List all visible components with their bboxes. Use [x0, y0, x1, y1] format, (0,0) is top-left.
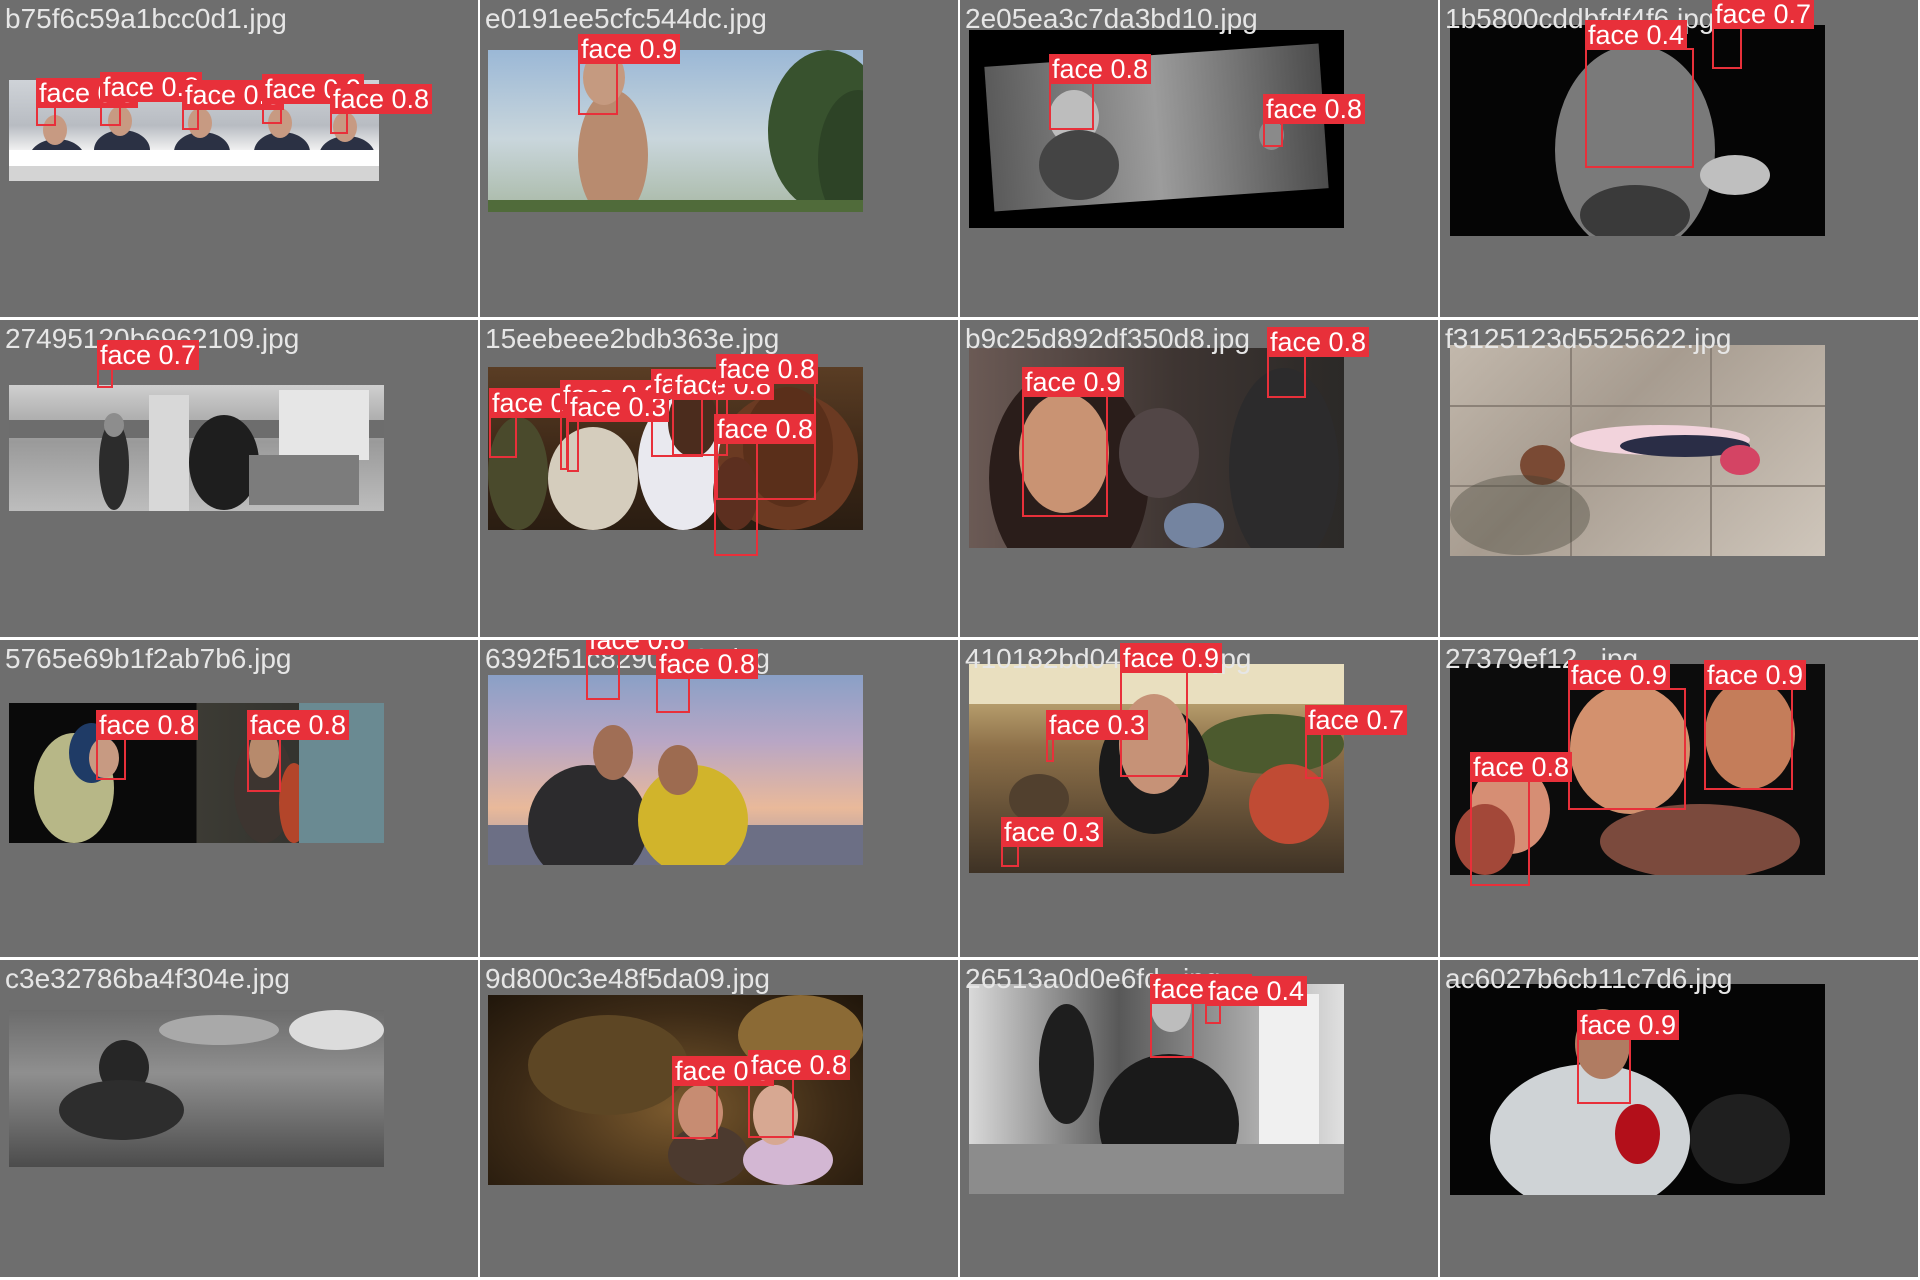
result-tile: e0191ee5cfc544dc.jpg face 0.9	[480, 0, 958, 317]
face-bounding-box: face 0.8	[1267, 327, 1370, 398]
image-filename: f3125123d5525622.jpg	[1445, 323, 1732, 354]
result-tile: f3125123d5525622.jpg	[1440, 320, 1918, 637]
face-bounding-box: face 0.6	[489, 388, 592, 458]
face-bounding-box: face 0.8	[182, 80, 285, 130]
photo-shirtless-man-sky	[488, 50, 863, 212]
face-confidence-label: face 0.9	[578, 34, 681, 64]
photo-girl-on-pavement	[1450, 345, 1825, 556]
result-tile: 9d800c3e48f5da09.jpg face 0.9 face 0.8	[480, 960, 958, 1277]
face-bounding-box: face 0.8	[748, 1050, 851, 1138]
image-filename: 9d800c3e48f5da09.jpg	[485, 963, 770, 994]
face-confidence-label: face 0.3	[1046, 710, 1149, 740]
face-confidence-label: face 0.8	[1049, 54, 1152, 84]
result-tile: 6392f51c8290500a.jpg face 0.8 face 0.8	[480, 640, 958, 957]
face-confidence-label: face 0.8	[96, 710, 199, 740]
image-filename: b9c25d892df350d8.jpg	[965, 323, 1250, 354]
result-tile: 26513a0d0e6fd...jpg face 0.8 face 0.4	[960, 960, 1438, 1277]
image-filename: b75f6c59a1bcc0d1.jpg	[5, 3, 287, 34]
face-bounding-box: face 0.8	[330, 84, 433, 134]
face-confidence-label: face 0.9	[1577, 1010, 1680, 1040]
face-confidence-label: face 0.9	[1120, 643, 1223, 673]
face-confidence-label: face 0.4	[1585, 20, 1688, 50]
face-bounding-box: face 0.8	[1263, 94, 1366, 147]
image-filename: ac6027b6cb11c7d6.jpg	[1445, 963, 1733, 994]
result-tile: ac6027b6cb11c7d6.jpg face 0.9	[1440, 960, 1918, 1277]
face-confidence-label: face 0.7	[97, 340, 200, 370]
result-tile: b9c25d892df350d8.jpg face 0.9 face 0.8	[960, 320, 1438, 637]
face-bounding-box: face 0.3	[1046, 710, 1149, 762]
face-bounding-box: face 0.8	[247, 710, 350, 792]
face-bounding-box: face 0.8	[656, 649, 759, 713]
face-confidence-label: face 0.9	[1568, 660, 1671, 690]
photo-bw-kitchen-collage	[969, 30, 1344, 228]
face-confidence-label: face 0.9	[1022, 367, 1125, 397]
face-bounding-box: face 0.3	[567, 392, 670, 472]
face-bounding-box: face 0.9	[672, 1056, 775, 1139]
face-bounding-box: face 0.8	[1049, 54, 1152, 130]
result-tile: 1b5800cddbfdf4f6.jpg face 0.4 face 0.7	[1440, 0, 1918, 317]
face-confidence-label: face 0.8	[1267, 327, 1370, 357]
face-bounding-box: face 0.8	[714, 414, 817, 556]
face-bounding-box: face 0.8	[36, 78, 139, 126]
image-filename: 15eebeee2bdb363e.jpg	[485, 323, 780, 354]
face-confidence-label: face 0.8	[716, 354, 819, 384]
face-bounding-box: face 0.8	[100, 72, 203, 126]
result-tile: 410182bd0437f22b.jpg face 0.9 face 0.3 face…	[960, 640, 1438, 957]
image-filename: c3e32786ba4f304e.jpg	[5, 963, 290, 994]
face-confidence-label: face 0.7	[1712, 0, 1815, 29]
face-bounding-box: face 0.9	[262, 74, 365, 124]
detection-results-grid: b75f6c59a1bcc0d1.jpg face 0.8 face 0.8 face…	[0, 0, 1920, 1280]
face-confidence-label: face 0.8	[656, 649, 759, 679]
result-tile: c3e32786ba4f304e.jpg	[0, 960, 478, 1277]
face-bounding-box: face 0.4	[1585, 20, 1694, 168]
result-tile: b75f6c59a1bcc0d1.jpg face 0.8 face 0.8 face…	[0, 0, 478, 317]
face-bounding-box: face 0.9	[1577, 1010, 1680, 1104]
face-bounding-box: face 0.9	[1022, 367, 1125, 517]
face-bounding-box: face 0.9	[578, 34, 681, 115]
face-confidence-label: face 0.7	[1305, 705, 1408, 735]
face-confidence-label: face 0.9	[1704, 660, 1807, 690]
face-confidence-label: face 0.8	[714, 414, 817, 444]
face-confidence-label: face 0.8	[748, 1050, 851, 1080]
image-filename: 5765e69b1f2ab7b6.jpg	[5, 643, 292, 674]
result-tile: 15eebeee2bdb363e.jpg face 0.6 face 0.3 face…	[480, 320, 958, 637]
face-bounding-box: face 0.7	[1305, 705, 1408, 779]
face-confidence-label: face 0.8	[330, 84, 433, 114]
result-tile: 27495120b6962109.jpg face 0.7	[0, 320, 478, 637]
result-tile: 5765e69b1f2ab7b6.jpg face 0.8 face 0.8	[0, 640, 478, 957]
face-bounding-box: face 0.9	[1568, 660, 1686, 810]
face-confidence-label: face 0.3	[1001, 817, 1104, 847]
image-filename: e0191ee5cfc544dc.jpg	[485, 3, 767, 34]
face-confidence-label: face 0.8	[1470, 752, 1573, 782]
photo-bw-subway	[9, 385, 384, 511]
face-bounding-box: face 0.8	[1150, 974, 1253, 1058]
face-confidence-label: face 0.8	[1263, 94, 1366, 124]
face-bounding-box: face 0.8	[586, 640, 689, 700]
face-bounding-box: face 0.7	[1712, 0, 1815, 69]
face-bounding-box: face 0.8	[1470, 752, 1573, 886]
image-filename: 2e05ea3c7da3bd10.jpg	[965, 3, 1258, 34]
face-bounding-box: face 0.9	[1704, 660, 1807, 790]
face-confidence-label: face 0.4	[1205, 976, 1308, 1006]
face-bounding-box: face 0.3	[1001, 817, 1104, 867]
face-confidence-label: face 0.8	[247, 710, 350, 740]
result-tile: 27379ef12...jpg face 0.9 face 0.9 face 0.8	[1440, 640, 1918, 957]
face-bounding-box: face 0.7	[97, 340, 200, 388]
face-bounding-box: face 0.8	[96, 710, 199, 780]
face-bounding-box: face 0.4	[1205, 976, 1308, 1024]
photo-bw-bust-water	[9, 1010, 384, 1167]
result-tile: 2e05ea3c7da3bd10.jpg face 0.8 face 0.8	[960, 0, 1438, 317]
